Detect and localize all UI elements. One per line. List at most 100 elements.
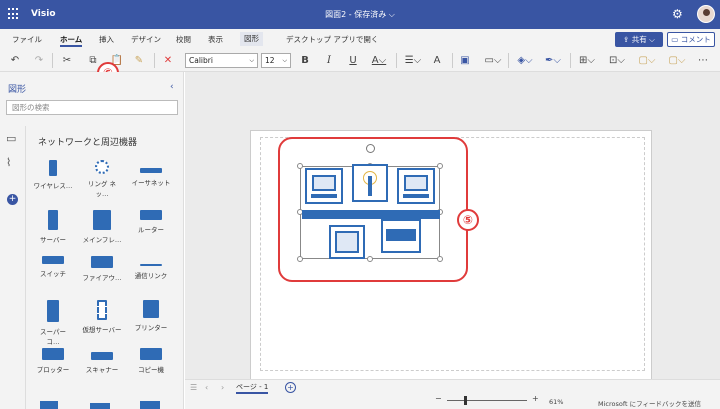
avatar[interactable]	[697, 5, 715, 23]
shape-search-input[interactable]: 図形の検索	[6, 100, 178, 115]
layer-icon[interactable]: ▢⌵	[666, 53, 688, 68]
undo-icon[interactable]: ↶	[8, 53, 22, 68]
comment-icon: ▭	[671, 35, 681, 44]
comment-button[interactable]: ▭ コメント	[667, 32, 715, 47]
more-icon[interactable]: ⋯	[696, 53, 710, 68]
zoom-slider[interactable]	[447, 400, 527, 401]
group-icon[interactable]: ▢⌵	[636, 53, 658, 68]
switch-icon	[42, 256, 64, 264]
font-family-select[interactable]: Calibri ⌵	[185, 53, 258, 68]
font-color-button[interactable]: A⌵	[368, 53, 390, 68]
tab-file[interactable]: ファイル	[12, 34, 42, 45]
tab-design[interactable]: デザイン	[131, 34, 161, 45]
title-bar: Visio 図面2 - 保存済み ⌵ ⚙	[0, 0, 720, 29]
arrange-icon[interactable]: ⊞⌵	[576, 53, 598, 68]
shape-item[interactable]: 通信リンク	[131, 256, 171, 280]
mainframe-icon	[93, 210, 111, 230]
ring-network-icon	[95, 160, 109, 174]
align-icon[interactable]: ☰⌵	[402, 53, 424, 68]
divider	[396, 53, 397, 68]
panel-title: 図形	[8, 85, 27, 95]
page-list-icon[interactable]: ☰	[190, 383, 197, 392]
feedback-link[interactable]: Microsoft にフィードバックを送信	[598, 398, 701, 408]
stencil-title: ネットワークと周辺機器	[38, 138, 138, 148]
zoom-slider-thumb[interactable]	[464, 396, 467, 405]
menu-bar: ファイル ホーム 挿入 デザイン 校閲 表示 図形 デスクトップ アプリで開く	[0, 29, 720, 49]
zoom-out-icon[interactable]: −	[435, 394, 442, 403]
chevron-left-icon[interactable]: ‹	[170, 82, 174, 92]
chevron-down-icon: ⌵	[282, 57, 287, 64]
open-desktop-app-link[interactable]: デスクトップ アプリで開く	[286, 34, 378, 45]
tab-insert[interactable]: 挿入	[99, 34, 114, 45]
shape-item[interactable]: リング ネッ…	[82, 160, 122, 198]
callout-5: ⑤	[457, 209, 479, 231]
line-color-icon[interactable]: ✒⌵	[542, 53, 564, 68]
chevron-right-icon[interactable]: ›	[221, 383, 224, 392]
shape-item[interactable]: 仮想サーバー	[82, 300, 122, 334]
position-icon[interactable]: ⊡⌵	[606, 53, 628, 68]
zoom-in-icon[interactable]: +	[532, 394, 539, 403]
document-title[interactable]: 図面2 - 保存済み ⌵	[0, 9, 720, 20]
font-size-select[interactable]: 12 ⌵	[261, 53, 291, 68]
shape-icon	[140, 401, 160, 409]
shape-item[interactable]: プリンター	[131, 300, 171, 332]
divider	[570, 53, 571, 68]
bold-button[interactable]: B	[298, 53, 312, 68]
textbox-icon[interactable]: ▣	[458, 53, 472, 68]
share-button[interactable]: ⇪ 共有 ⌵	[615, 32, 663, 47]
comm-link-icon	[140, 264, 162, 266]
gear-icon[interactable]: ⚙	[672, 7, 683, 21]
wireless-stencil-icon[interactable]: ⌇	[6, 156, 11, 169]
copier-icon	[140, 348, 162, 360]
shape-icon[interactable]: ▭⌵	[482, 53, 504, 68]
tab-view[interactable]: 表示	[208, 34, 223, 45]
more-shapes-row	[36, 398, 176, 409]
format-painter-icon[interactable]: ✎	[132, 53, 146, 68]
stencil-rail: ▭ ⌇ +	[0, 126, 26, 409]
shape-item[interactable]: イーサネット	[131, 160, 171, 187]
cut-icon[interactable]: ✂	[60, 53, 74, 68]
firewall-icon	[91, 256, 113, 268]
chevron-left-icon[interactable]: ‹	[205, 383, 208, 392]
divider	[154, 53, 155, 68]
share-icon: ⇪	[623, 35, 632, 44]
printer-icon	[143, 300, 159, 318]
ethernet-icon	[140, 168, 162, 173]
computer-stencil-icon[interactable]: ▭	[6, 132, 16, 145]
server-icon	[48, 210, 58, 230]
delete-icon[interactable]: ✕	[161, 53, 175, 68]
divider	[52, 53, 53, 68]
add-stencil-icon[interactable]: +	[7, 194, 18, 205]
shape-item[interactable]: スーパー コ…	[33, 300, 73, 346]
tab-review[interactable]: 校閲	[176, 34, 191, 45]
tab-home[interactable]: ホーム	[60, 34, 83, 47]
divider	[508, 53, 509, 68]
add-page-button[interactable]: +	[285, 382, 296, 393]
plotter-icon	[42, 348, 64, 360]
tab-shape[interactable]: 図形	[240, 32, 263, 46]
shape-item[interactable]: スキャナー	[82, 348, 122, 374]
shape-icon	[90, 403, 110, 409]
shape-item[interactable]: スイッチ	[33, 256, 73, 278]
shape-item[interactable]: サーバー	[33, 210, 73, 244]
shape-item[interactable]: ファイアウ…	[82, 256, 122, 282]
redo-icon[interactable]: ↷	[32, 53, 46, 68]
shape-item[interactable]: プロッター	[33, 348, 73, 374]
zoom-level: 61%	[549, 398, 564, 406]
shape-item[interactable]: コピー機	[131, 348, 171, 374]
font-size-grow-icon[interactable]: A	[430, 53, 444, 68]
shape-item[interactable]: ワイヤレス…	[33, 160, 73, 190]
wireless-icon	[49, 160, 57, 176]
virtual-server-icon	[97, 300, 107, 320]
fill-icon[interactable]: ◈⌵	[514, 53, 536, 68]
shape-item[interactable]: メインフレ…	[82, 210, 122, 244]
supercomputer-icon	[47, 300, 59, 322]
underline-button[interactable]: U	[346, 53, 360, 68]
chevron-down-icon: ⌵	[249, 57, 254, 64]
italic-button[interactable]: I	[322, 53, 336, 68]
shapes-panel: 図形 ‹ 図形の検索 ▭ ⌇ + ネットワークと周辺機器 ワイヤレス… リング …	[0, 72, 184, 409]
copy-icon[interactable]: ⧉	[86, 53, 100, 68]
shape-item[interactable]: ルーター	[131, 210, 171, 234]
page-tab[interactable]: ページ - 1	[236, 382, 269, 394]
selection-highlight	[278, 137, 468, 282]
